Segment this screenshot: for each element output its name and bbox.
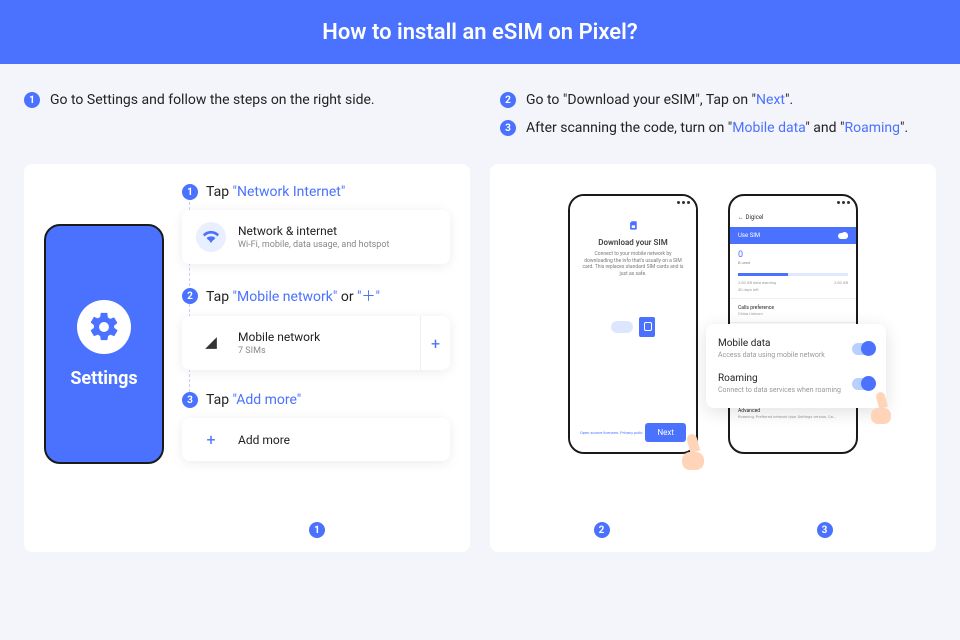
download-sim-phone: Download your SIM Connect to your mobile… <box>568 194 698 454</box>
hand-icon <box>868 392 896 424</box>
mobile-data-row[interactable]: Mobile data Access data using mobile net… <box>718 334 874 363</box>
usage-bar <box>738 273 848 276</box>
step-head: 3 Tap "Add more" <box>182 392 450 408</box>
cloud-icon <box>611 321 633 333</box>
page-title: How to install an eSIM on Pixel? <box>322 20 637 45</box>
top-instructions: 1 Go to Settings and follow the steps on… <box>0 64 960 148</box>
settings-phone: Settings <box>44 224 164 464</box>
use-sim-row[interactable]: Use SIM <box>730 227 856 244</box>
license-text: Open source licenses. Privacy polic <box>580 430 643 435</box>
step-badge: 2 <box>182 288 198 304</box>
next-link: Next <box>756 92 785 108</box>
panel-marker: 2 <box>594 522 610 538</box>
step-badge: 1 <box>24 92 40 108</box>
sim-icon <box>628 220 638 230</box>
step-badge: 3 <box>500 120 516 136</box>
instruction-text: After scanning the code, turn on "Mobile… <box>526 120 908 136</box>
download-sim-desc: Connect to your mobile network by downlo… <box>580 251 686 277</box>
toggles-card: Mobile data Access data using mobile net… <box>706 324 886 408</box>
network-internet-card[interactable]: Network & internet Wi-Fi, mobile, data u… <box>182 210 450 264</box>
instruction-left: 1 Go to Settings and follow the steps on… <box>24 92 460 148</box>
step-head: 2 Tap "Mobile network" or "＋" <box>182 286 450 306</box>
card-title: Mobile network <box>238 330 320 344</box>
steps-column: 1 Tap "Network Internet" Network & inter… <box>182 184 450 532</box>
card-title: Network & internet <box>238 224 389 238</box>
gear-icon <box>77 300 131 354</box>
roaming-link: Roaming <box>844 120 900 136</box>
sim-doc-icon <box>639 317 655 337</box>
status-bar <box>730 196 856 208</box>
step-badge: 3 <box>182 392 198 408</box>
instruction-line: 3 After scanning the code, turn on "Mobi… <box>500 120 936 136</box>
signal-icon <box>196 328 226 358</box>
panel-marker: 3 <box>817 522 833 538</box>
mobile-data-sub: Access data using mobile network <box>718 351 825 359</box>
download-sim-title: Download your SIM <box>580 238 686 247</box>
add-more-card[interactable]: + Add more <box>182 418 450 461</box>
card-title: Add more <box>238 433 290 447</box>
step-block: 1 Tap "Network Internet" Network & inter… <box>182 184 450 264</box>
marker-row: 2 3 <box>490 522 936 538</box>
step-badge: 2 <box>500 92 516 108</box>
page-header: How to install an eSIM on Pixel? <box>0 0 960 64</box>
panels: Settings 1 Tap "Network Internet" <box>0 148 960 552</box>
calls-preference-row[interactable]: Calls preference China Unicom <box>730 298 856 322</box>
instruction-line: 1 Go to Settings and follow the steps on… <box>24 92 460 108</box>
panel-marker: 1 <box>309 522 325 538</box>
cloud-graphic <box>580 307 686 347</box>
status-bar <box>570 196 696 208</box>
step-block: 3 Tap "Add more" + Add more <box>182 392 450 461</box>
instruction-text: Go to "Download your eSIM", Tap on "Next… <box>526 92 793 108</box>
left-panel: Settings 1 Tap "Network Internet" <box>24 164 470 552</box>
settings-label: Settings <box>70 368 137 389</box>
instruction-text: Go to Settings and follow the steps on t… <box>50 92 375 108</box>
step-block: 2 Tap "Mobile network" or "＋" Mobile net… <box>182 286 450 370</box>
step-head: 1 Tap "Network Internet" <box>182 184 450 200</box>
usage-section: 0 B used <box>730 244 856 271</box>
right-panel: Download your SIM Connect to your mobile… <box>490 164 936 552</box>
roaming-sub: Connect to data services when roaming <box>718 386 841 394</box>
toggle-on-icon[interactable] <box>852 343 874 355</box>
toggle-on-icon <box>838 233 848 239</box>
instruction-line: 2 Go to "Download your eSIM", Tap on "Ne… <box>500 92 936 108</box>
instruction-right: 2 Go to "Download your eSIM", Tap on "Ne… <box>500 92 936 148</box>
step-badge: 1 <box>182 184 198 200</box>
roaming-row[interactable]: Roaming Connect to data services when ro… <box>718 369 874 398</box>
carrier-label: ← Digicel <box>730 208 856 227</box>
plus-icon[interactable]: + <box>420 316 450 370</box>
marker-row: 1 <box>24 522 470 538</box>
mobile-data-link: Mobile data <box>732 120 805 136</box>
hand-icon <box>678 434 708 470</box>
mobile-network-card[interactable]: Mobile network 7 SIMs + <box>182 316 450 370</box>
roaming-title: Roaming <box>718 373 841 384</box>
wifi-icon <box>196 222 226 252</box>
mobile-data-title: Mobile data <box>718 338 825 349</box>
card-subtitle: Wi-Fi, mobile, data usage, and hotspot <box>238 240 389 250</box>
plus-icon: + <box>196 430 226 449</box>
card-subtitle: 7 SIMs <box>238 346 320 356</box>
toggle-on-icon[interactable] <box>852 378 874 390</box>
